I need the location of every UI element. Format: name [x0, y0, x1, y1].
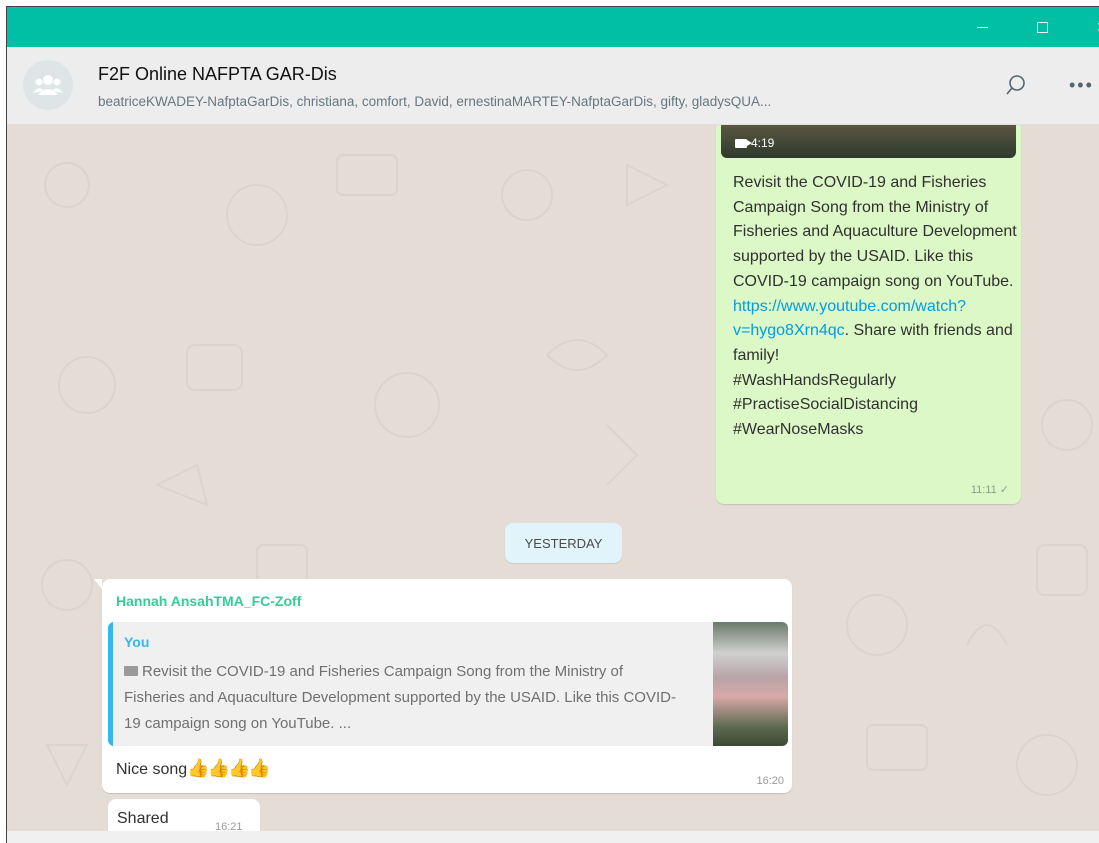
- hashtag: #WashHandsRegularly: [733, 371, 897, 389]
- minimize-icon[interactable]: [959, 7, 1005, 47]
- message-text: Revisit the COVID-19 and Fisheries Campa…: [733, 174, 1017, 439]
- message-timestamp: 11:11 ✓: [970, 484, 1009, 496]
- chat-title[interactable]: F2F Online NAFPTA GAR-Dis: [98, 64, 337, 85]
- video-camera-icon: [735, 139, 752, 148]
- thumbs-up-emoji: 👍👍👍👍: [187, 758, 271, 778]
- chat-header[interactable]: F2F Online NAFPTA GAR-Dis beatriceKWADEY…: [7, 47, 1099, 125]
- date-divider: YESTERDAY: [505, 523, 622, 563]
- quote-author: You: [124, 634, 150, 650]
- quote-accent-bar: [108, 622, 113, 746]
- compose-bar[interactable]: [7, 831, 1099, 843]
- incoming-message[interactable]: Shared 16:21: [108, 799, 260, 831]
- video-thumbnail[interactable]: 4:19: [721, 125, 1016, 158]
- message-text: Shared: [117, 810, 169, 827]
- search-icon[interactable]: [1004, 73, 1028, 97]
- message-text: Nice song👍👍👍👍: [116, 758, 271, 778]
- more-options-icon[interactable]: •••: [1069, 75, 1094, 96]
- group-avatar-icon[interactable]: [23, 60, 73, 110]
- message-timestamp: 16:21: [215, 821, 243, 831]
- app-window: ✕ F2F Online NAFPTA GAR-Dis beatriceKWAD…: [6, 6, 1099, 843]
- close-icon[interactable]: ✕: [1079, 7, 1099, 47]
- quote-text: Revisit the COVID-19 and Fisheries Campa…: [124, 663, 676, 732]
- hashtag: #PractiseSocialDistancing: [733, 396, 918, 414]
- title-bar: ✕: [7, 7, 1099, 47]
- outgoing-message[interactable]: 4:19 Revisit the COVID-19 and Fisheries …: [716, 125, 1021, 504]
- chat-members[interactable]: beatriceKWADEY-NafptaGarDis, christiana,…: [98, 94, 771, 109]
- message-timestamp: 16:20: [756, 775, 784, 787]
- sent-check-icon: ✓: [999, 484, 1009, 496]
- video-duration: 4:19: [751, 136, 775, 150]
- message-list[interactable]: 4:19 Revisit the COVID-19 and Fisheries …: [7, 125, 1099, 831]
- video-camera-icon: [124, 666, 138, 676]
- sender-name[interactable]: Hannah AnsahTMA_FC-Zoff: [116, 593, 301, 609]
- quoted-message[interactable]: You Revisit the COVID-19 and Fisheries C…: [108, 622, 788, 746]
- maximize-icon[interactable]: [1019, 7, 1065, 47]
- incoming-message[interactable]: Hannah AnsahTMA_FC-Zoff You Revisit the …: [94, 579, 792, 793]
- hashtag: #WearNoseMasks: [733, 421, 864, 439]
- quote-thumbnail: [713, 622, 788, 746]
